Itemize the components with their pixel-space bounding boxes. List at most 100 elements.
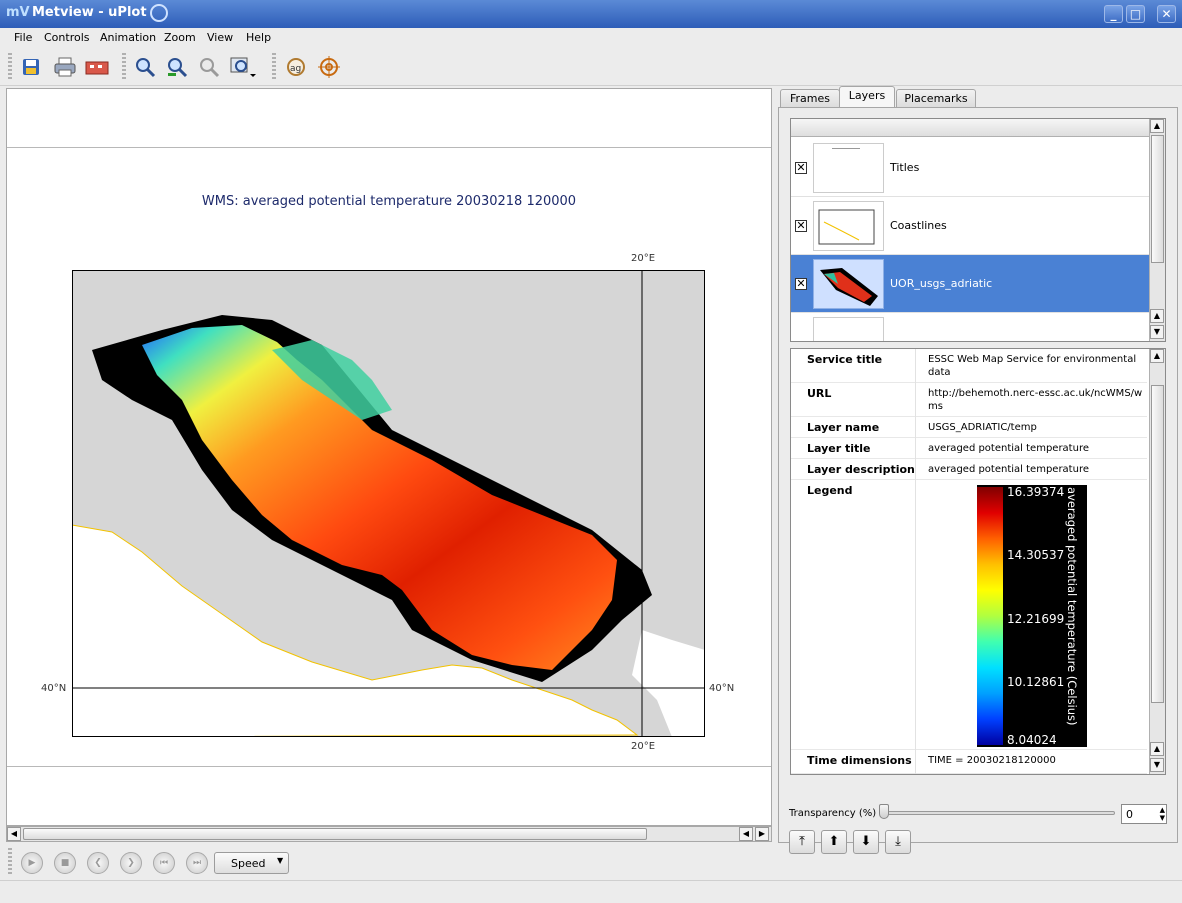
legend-tick: 16.39374 (1007, 485, 1065, 499)
legend-tick: 10.12861 (1007, 675, 1065, 689)
layer-visibility-checkbox[interactable]: ✕ (795, 278, 807, 290)
legend-color-bar (977, 487, 1003, 745)
layer-panel: Frames Layers Placemarks ✕ Titles ✕ Coas… (778, 86, 1178, 854)
animation-controls: ▶ ■ ❮ ❯ ⏮ ⏭ (0, 844, 778, 880)
layer-thumbnail (813, 201, 884, 251)
layer-list-scrollbar[interactable]: ▲ ▲ ▼ (1149, 119, 1165, 341)
menu-view[interactable]: View (207, 31, 233, 44)
speed-label: Speed (231, 857, 266, 870)
legend-tick: 8.04024 (1007, 733, 1057, 747)
tab-placemarks[interactable]: Placemarks (896, 89, 976, 107)
info-key: Layer title (807, 442, 871, 455)
menu-zoom[interactable]: Zoom (164, 31, 196, 44)
status-bar (0, 880, 1182, 903)
speed-dropdown[interactable]: Speed ▼ (214, 852, 289, 874)
info-row-time-dimensions: Time dimensions TIME = 20030218120000 (791, 750, 1147, 774)
layer-thumbnail (813, 143, 884, 193)
scrollbar-thumb[interactable] (1151, 385, 1164, 703)
print-icon[interactable] (52, 54, 78, 80)
transparency-label: Transparency (%) (789, 808, 877, 819)
move-to-bottom-button[interactable]: ⤓ (885, 830, 911, 854)
menu-help[interactable]: Help (246, 31, 271, 44)
info-row-legend: Legend (791, 480, 1147, 750)
scroll-up-button-2[interactable]: ▲ (1150, 309, 1164, 323)
step-back-button[interactable]: ❮ (87, 852, 109, 874)
scroll-left-button-2[interactable]: ◀ (739, 827, 753, 841)
scrollbar-thumb[interactable] (23, 828, 647, 840)
move-down-button[interactable]: ⬇ (853, 830, 879, 854)
scrollbar-thumb[interactable] (1151, 135, 1164, 263)
info-row-layer-name: Layer name USGS_ADRIATIC/temp (791, 417, 1147, 438)
info-value: averaged potential temperature (928, 464, 1089, 475)
layer-row-partial[interactable] (791, 313, 1149, 341)
svg-text:ag: ag (290, 64, 301, 74)
last-frame-button[interactable]: ⏭ (186, 852, 208, 874)
map[interactable] (72, 270, 705, 737)
close-button[interactable]: ✕ (1157, 5, 1176, 23)
transparency-spinbox[interactable]: 0 ▲ ▼ (1121, 804, 1167, 824)
color-legend: 16.39374 14.30537 12.21699 10.12861 8.04… (977, 485, 1087, 747)
window-title: Metview - uPlot (32, 5, 147, 20)
play-button[interactable]: ▶ (21, 852, 43, 874)
plot-canvas[interactable]: WMS: averaged potential temperature 2003… (6, 88, 772, 826)
move-to-top-button[interactable]: ⤒ (789, 830, 815, 854)
transparency-value: 0 (1126, 808, 1133, 821)
maximize-button[interactable]: □ (1126, 5, 1145, 23)
scroll-up-button-2[interactable]: ▲ (1150, 742, 1164, 756)
info-value: USGS_ADRIATIC/temp (928, 422, 1037, 433)
info-scrollbar[interactable]: ▲ ▲ ▼ (1149, 349, 1165, 774)
layer-info-table: Service title ESSC Web Map Service for e… (790, 348, 1166, 775)
scroll-down-button[interactable]: ▼ (1150, 325, 1164, 339)
zoom-in-icon[interactable] (164, 54, 190, 80)
legend-title: averaged potential temperature (Celsius) (1065, 487, 1079, 726)
zoom-history-icon[interactable] (230, 54, 256, 80)
scroll-down-button[interactable]: ▼ (1150, 758, 1164, 772)
layer-row-titles[interactable]: ✕ Titles (791, 139, 1149, 197)
player-grip[interactable] (8, 848, 12, 876)
toolbar-grip[interactable] (8, 53, 12, 81)
menu-bar: File Controls Animation Zoom View Help (0, 28, 1182, 48)
layer-thumbnail (813, 317, 884, 341)
tab-frames[interactable]: Frames (780, 89, 840, 107)
legend-tick: 12.21699 (1007, 612, 1065, 626)
layer-visibility-checkbox[interactable]: ✕ (795, 162, 807, 174)
layer-row-uor-usgs-adriatic[interactable]: ✕ UOR_usgs_adriatic (791, 255, 1149, 313)
layer-row-coastlines[interactable]: ✕ Coastlines (791, 197, 1149, 255)
transparency-slider[interactable] (879, 811, 1115, 815)
scroll-left-button[interactable]: ◀ (7, 827, 21, 841)
tab-layers[interactable]: Layers (839, 86, 895, 108)
scroll-up-button[interactable]: ▲ (1150, 349, 1164, 363)
menu-file[interactable]: File (14, 31, 32, 44)
layer-name: UOR_usgs_adriatic (890, 277, 993, 290)
layer-list[interactable]: ✕ Titles ✕ Coastlines ✕ UOR_usgs_adriati… (790, 118, 1166, 342)
cursor-data-icon[interactable] (316, 54, 342, 80)
legend-tick: 14.30537 (1007, 548, 1065, 562)
move-up-button[interactable]: ⬆ (821, 830, 847, 854)
export-icon[interactable] (84, 54, 110, 80)
lon-label-bottom: 20°E (631, 741, 656, 752)
zoom-icon[interactable] (132, 54, 158, 80)
toolbar-grip[interactable] (272, 53, 276, 81)
transparency-slider-handle[interactable] (879, 804, 889, 819)
magnifier-icon[interactable]: ag (282, 54, 308, 80)
zoom-out-icon[interactable] (196, 54, 222, 80)
spin-arrows-icon[interactable]: ▲ ▼ (1160, 806, 1165, 822)
toolbar-grip[interactable] (122, 53, 126, 81)
menu-animation[interactable]: Animation (100, 31, 156, 44)
plot-title: WMS: averaged potential temperature 2003… (201, 194, 577, 209)
first-frame-button[interactable]: ⏮ (153, 852, 175, 874)
info-value: http://behemoth.nerc-essc.ac.uk/ncWMS/wm… (928, 388, 1143, 412)
info-key: Layer description (807, 463, 915, 476)
info-row-service-title: Service title ESSC Web Map Service for e… (791, 349, 1147, 383)
info-value: ESSC Web Map Service for environmental d… (928, 354, 1137, 378)
stop-button[interactable]: ■ (54, 852, 76, 874)
layer-visibility-checkbox[interactable]: ✕ (795, 220, 807, 232)
plot-horizontal-scrollbar[interactable]: ◀ ◀ ▶ (6, 826, 772, 842)
save-icon[interactable] (18, 54, 44, 80)
minimize-button[interactable]: _ (1104, 5, 1123, 23)
step-forward-button[interactable]: ❯ (120, 852, 142, 874)
scroll-right-button[interactable]: ▶ (755, 827, 769, 841)
menu-controls[interactable]: Controls (44, 31, 90, 44)
scroll-up-button[interactable]: ▲ (1150, 119, 1164, 133)
title-bar: mV Metview - uPlot _ □ ✕ (0, 0, 1182, 28)
